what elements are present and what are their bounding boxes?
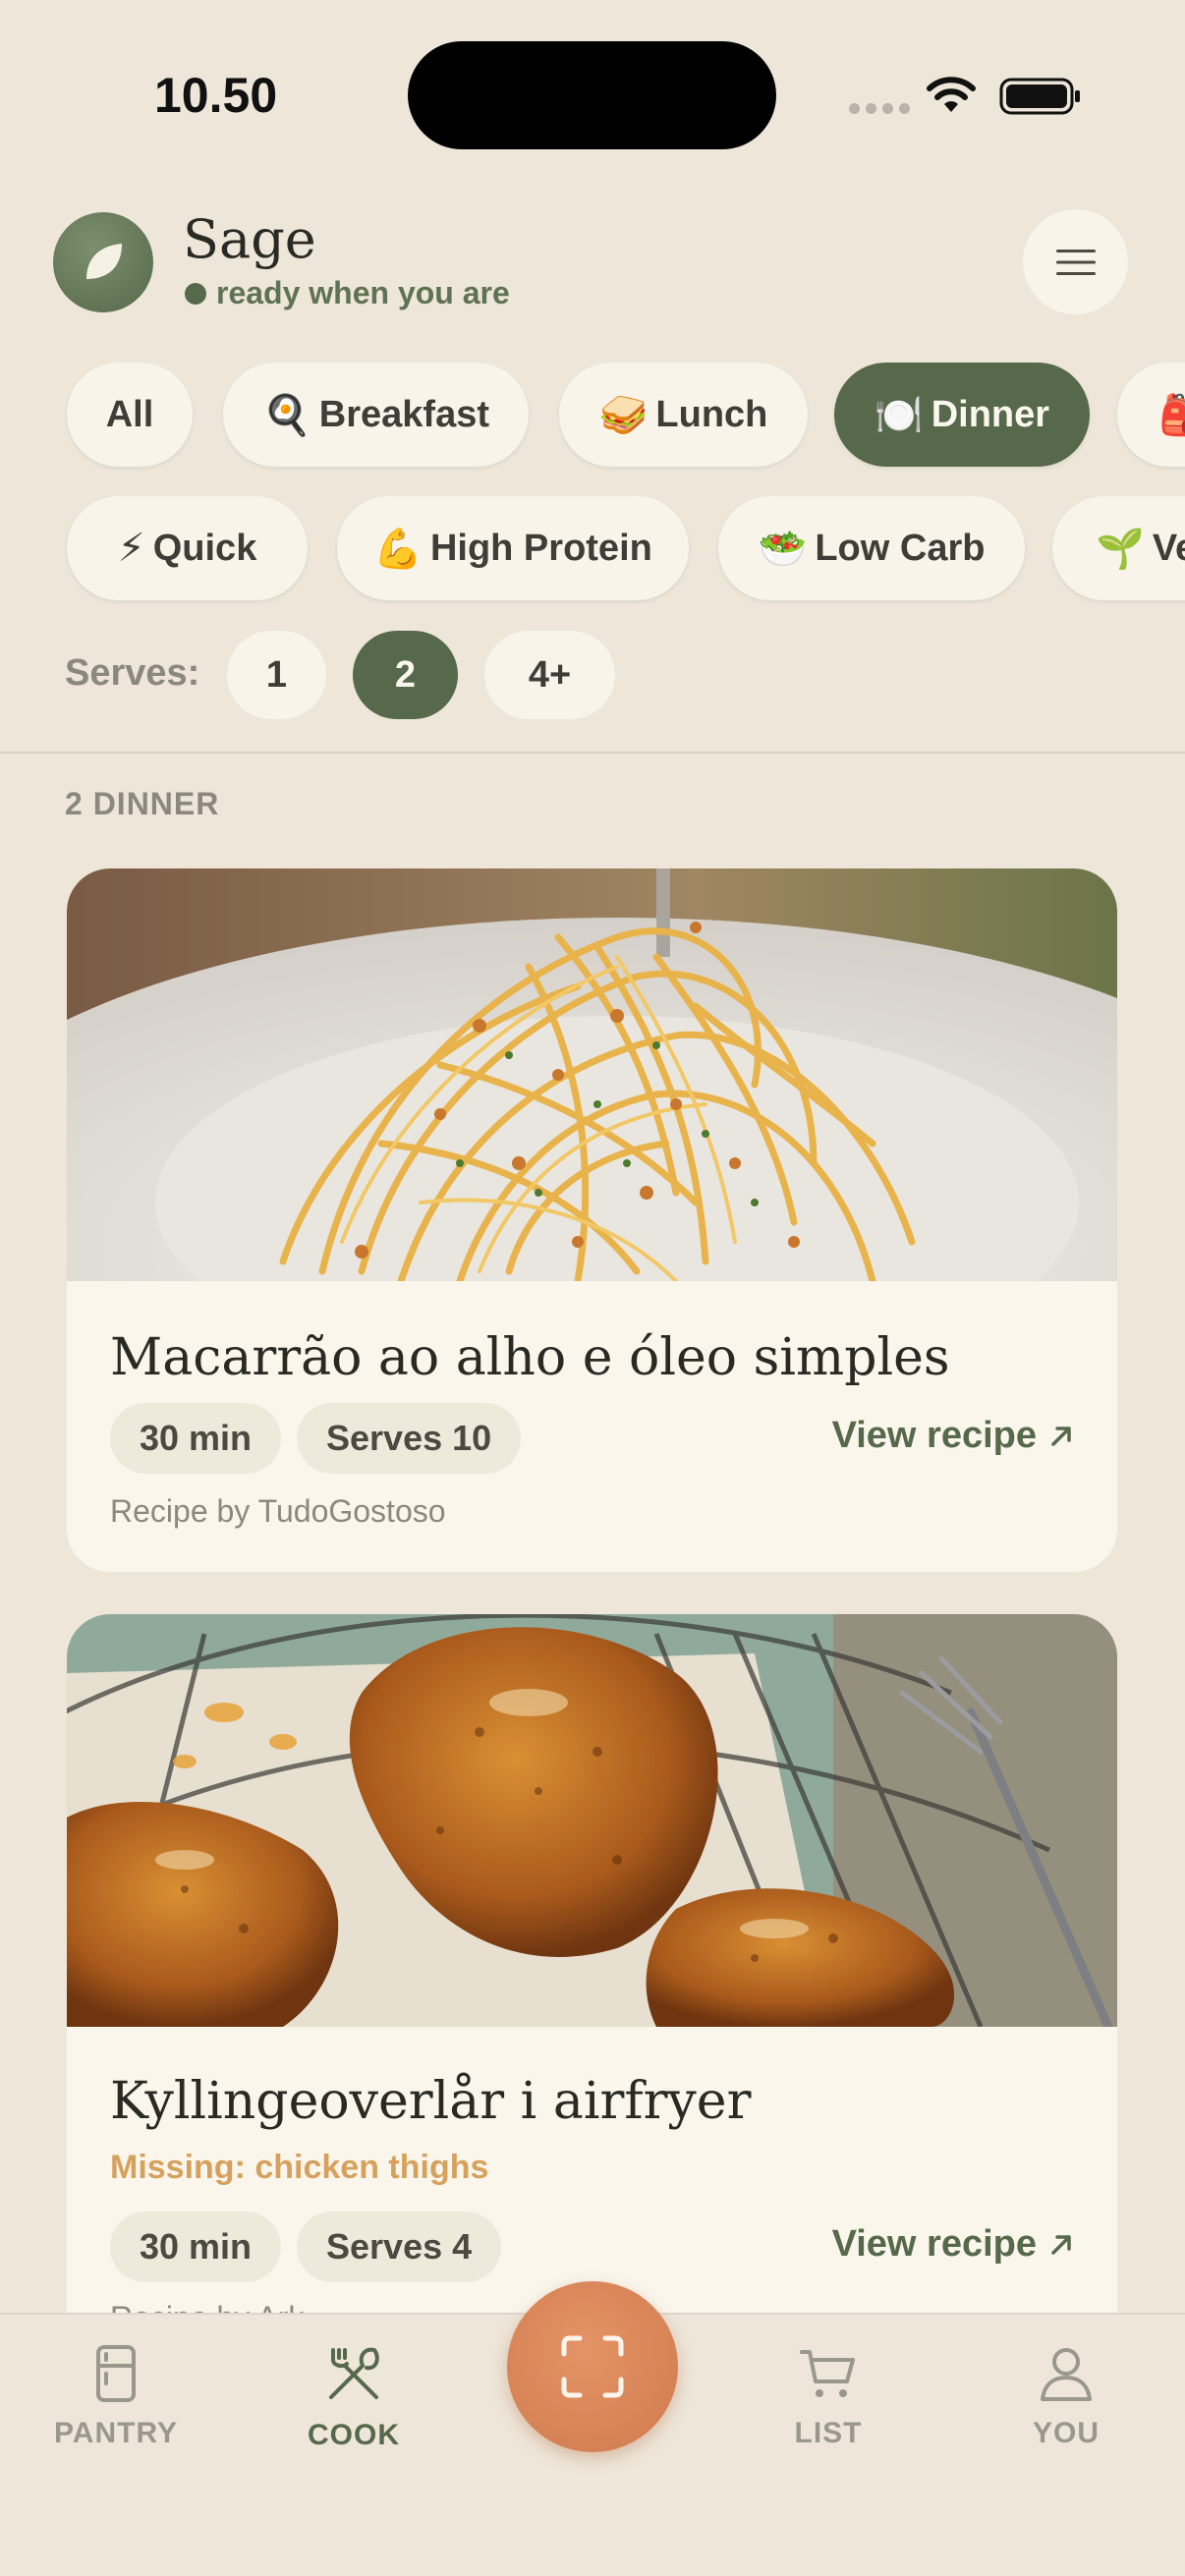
- chip-label: High Protein: [429, 527, 652, 569]
- flexed-arm-icon: 💪: [373, 526, 423, 572]
- serves-badge: Serves 10: [297, 1403, 522, 1474]
- serves-option-1[interactable]: 1: [227, 631, 326, 719]
- time-badge: 30 min: [110, 1403, 282, 1474]
- view-recipe-label: View recipe: [831, 2223, 1037, 2265]
- results-count: 2 DINNER: [65, 786, 220, 821]
- chip-label: All: [105, 393, 154, 435]
- recipe-image: [67, 1614, 1117, 2027]
- serves-option-2[interactable]: 2: [353, 631, 458, 719]
- arrow-up-right-icon: [1051, 2234, 1071, 2255]
- status-time: 10.50: [154, 68, 278, 123]
- chip-label: Dinner: [931, 393, 1050, 435]
- recipe-title: Kyllingeoverlår i airfryer: [110, 2072, 752, 2131]
- chip-breakfast[interactable]: 🍳 Breakfast: [223, 363, 529, 467]
- fridge-icon: [96, 2345, 136, 2402]
- serves-option-4plus[interactable]: 4+: [484, 631, 615, 719]
- app-status: ready when you are: [185, 275, 510, 311]
- dynamic-island: [408, 41, 776, 149]
- recipe-title: Macarrão ao alho e óleo simples: [110, 1328, 950, 1387]
- nav-label: YOU: [1032, 2417, 1100, 2449]
- status-bar: 10.50: [0, 0, 1185, 196]
- nav-cook[interactable]: COOK: [265, 2344, 442, 2452]
- person-icon: [1041, 2348, 1092, 2401]
- recipe-image: [67, 868, 1117, 1281]
- meal-filter-row: All 🍳 Breakfast 🥪 Lunch 🍽️ Dinner 🎒: [0, 363, 1185, 471]
- serves-badge: Serves 4: [297, 2212, 502, 2282]
- cart-icon: [800, 2350, 855, 2397]
- scan-icon: [561, 2335, 624, 2398]
- view-recipe-link[interactable]: View recipe: [832, 2223, 1074, 2266]
- chip-high-protein[interactable]: 💪 High Protein: [337, 496, 689, 600]
- recipe-card[interactable]: Macarrão ao alho e óleo simples 30 min S…: [67, 868, 1117, 1572]
- lightning-icon: ⚡: [117, 526, 145, 571]
- serves-option-label: 4+: [528, 653, 572, 696]
- chip-label: Lunch: [655, 393, 768, 435]
- serves-option-label: 1: [265, 653, 288, 696]
- nav-label: LIST: [794, 2417, 863, 2449]
- battery-icon: [999, 78, 1080, 115]
- chip-label: Breakfast: [318, 393, 490, 435]
- chip-label: Ve: [1152, 527, 1185, 569]
- status-dot: [185, 282, 206, 305]
- chip-all[interactable]: All: [67, 363, 193, 467]
- nav-list[interactable]: LIST: [740, 2344, 917, 2450]
- nav-label: COOK: [308, 2419, 400, 2451]
- nav-you[interactable]: YOU: [978, 2344, 1155, 2450]
- chip-lunch[interactable]: 🥪 Lunch: [559, 363, 808, 467]
- leaf-icon: [86, 244, 122, 279]
- fork-knife-icon: [329, 2347, 379, 2399]
- chip-label: Quick: [152, 527, 257, 569]
- seedling-icon: 🌱: [1096, 526, 1145, 572]
- menu-icon: [1055, 249, 1096, 275]
- recipe-credit: Recipe by TudoGostoso: [110, 1493, 446, 1529]
- wifi-icon: [927, 77, 976, 112]
- view-recipe-link[interactable]: View recipe: [832, 1415, 1074, 1457]
- app-logo: [53, 212, 153, 312]
- recipe-card[interactable]: Kyllingeoverlår i airfryer Missing: chic…: [67, 1614, 1117, 2361]
- chip-label: Low Carb: [815, 527, 986, 569]
- chip-dinner[interactable]: 🍽️ Dinner: [834, 363, 1090, 467]
- chip-snacks[interactable]: 🎒: [1117, 363, 1185, 467]
- arrow-up-right-icon: [1051, 1426, 1071, 1446]
- chip-low-carb[interactable]: 🥗 Low Carb: [718, 496, 1025, 600]
- plate-icon: 🍽️: [874, 392, 924, 438]
- sandwich-icon: 🥪: [598, 392, 649, 438]
- cellular-signal-icon: [849, 103, 910, 114]
- scan-button[interactable]: [507, 2281, 678, 2452]
- view-recipe-label: View recipe: [831, 1415, 1037, 1456]
- chip-vegetarian[interactable]: 🌱 Ve: [1052, 496, 1185, 600]
- nav-label: PANTRY: [54, 2417, 178, 2449]
- nav-pantry[interactable]: PANTRY: [28, 2344, 204, 2450]
- missing-ingredients: Missing: chicken thighs: [110, 2149, 489, 2186]
- divider: [0, 752, 1185, 754]
- menu-button[interactable]: [1023, 209, 1128, 314]
- serves-label: Serves:: [65, 652, 200, 694]
- salad-icon: 🥗: [758, 526, 808, 572]
- app-name: Sage: [183, 208, 316, 270]
- chip-quick[interactable]: ⚡ Quick: [67, 496, 308, 600]
- serves-option-label: 2: [394, 653, 417, 696]
- backpack-icon: 🎒: [1158, 392, 1185, 438]
- status-text: ready when you are: [216, 275, 510, 310]
- frying-pan-icon: 🍳: [261, 392, 311, 438]
- time-badge: 30 min: [110, 2212, 282, 2282]
- diet-filter-row: ⚡ Quick 💪 High Protein 🥗 Low Carb 🌱 Ve: [0, 496, 1185, 604]
